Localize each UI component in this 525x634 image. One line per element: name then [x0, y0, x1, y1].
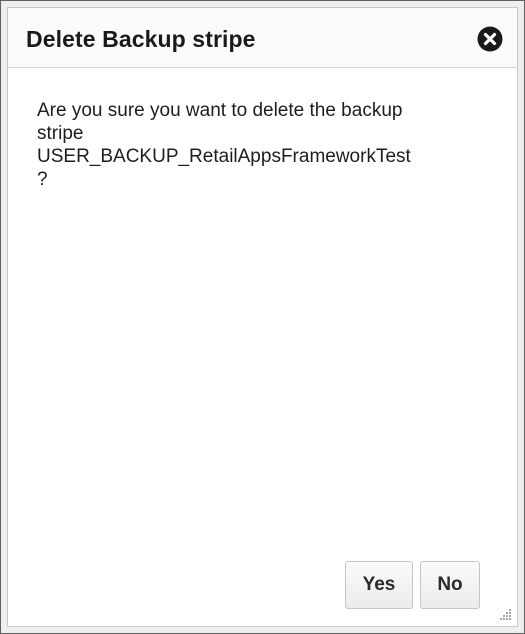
delete-backup-dialog: Delete Backup stripe Are you sure you wa… — [0, 0, 525, 634]
resize-grip-icon[interactable] — [497, 606, 513, 622]
dialog-button-bar: Yes No — [345, 561, 480, 609]
close-icon[interactable] — [477, 26, 503, 52]
dialog-titlebar: Delete Backup stripe — [8, 8, 517, 68]
message-line: stripe — [37, 123, 84, 144]
no-button[interactable]: No — [420, 561, 480, 609]
message-line: ? — [37, 169, 48, 190]
dialog-title: Delete Backup stripe — [26, 26, 256, 52]
confirmation-message: Are you sure you want to delete the back… — [37, 99, 497, 191]
dialog-body: Delete Backup stripe Are you sure you wa… — [7, 7, 518, 627]
message-line: USER_BACKUP_RetailAppsFrameworkTest — [37, 146, 411, 167]
message-line: Are you sure you want to delete the back… — [37, 100, 403, 121]
yes-button[interactable]: Yes — [345, 561, 413, 609]
